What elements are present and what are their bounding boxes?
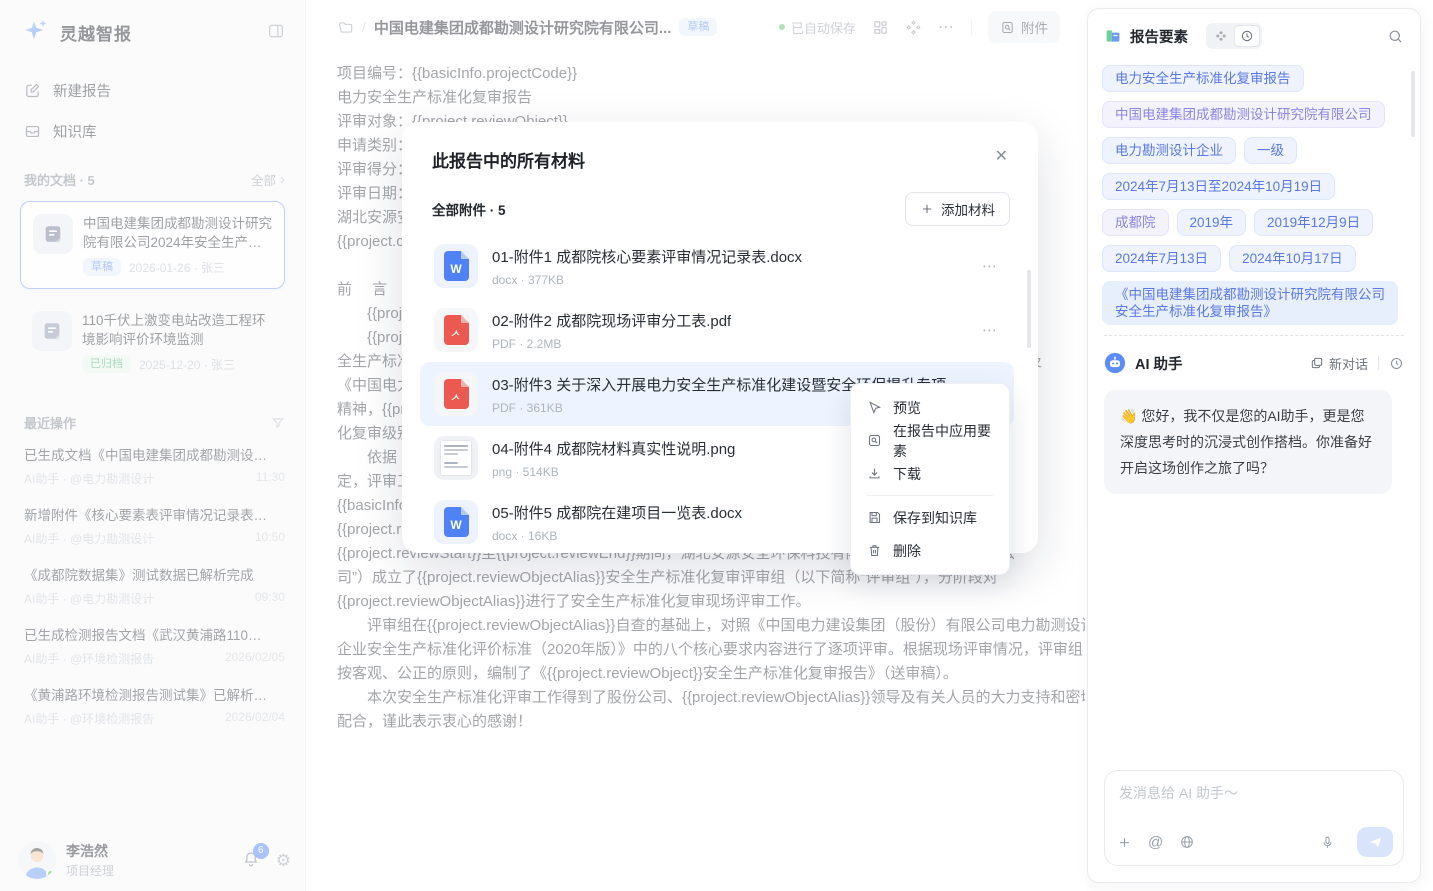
attachment-name: 02-附件2 成都院现场评审分工表.pdf — [492, 310, 731, 331]
attachments-count-label: 全部附件 · 5 — [432, 199, 506, 219]
attachment-meta: png · 514KB — [492, 465, 735, 479]
apply-elements-icon — [867, 433, 882, 448]
element-tag[interactable]: 2019年 — [1177, 209, 1247, 236]
element-tag[interactable]: 《中国电建集团成都勘测设计研究院有限公司安全生产标准化复审报告》 — [1102, 281, 1398, 325]
new-chat-icon — [1310, 356, 1324, 370]
search-icon[interactable] — [1387, 28, 1404, 45]
ai-robot-icon — [1104, 352, 1126, 374]
preview-cursor-icon — [867, 400, 882, 415]
close-icon[interactable]: ✕ — [993, 147, 1010, 167]
attachment-more-icon[interactable]: ⋯ — [976, 255, 1004, 277]
attachment-meta: docx · 377KB — [492, 273, 802, 287]
element-tag[interactable]: 2024年10月17日 — [1229, 245, 1356, 272]
new-chat-button[interactable]: 新对话 — [1310, 354, 1368, 373]
trash-icon — [867, 543, 882, 558]
docx-file-icon: W — [434, 500, 478, 544]
docx-file-icon: W — [434, 244, 478, 288]
globe-icon[interactable] — [1179, 834, 1195, 850]
ai-assistant-title: AI 助手 — [1135, 353, 1183, 374]
microphone-icon[interactable] — [1320, 835, 1335, 850]
modal-title: 此报告中的所有材料 — [432, 147, 585, 172]
attachment-context-menu: 预览 在报告中应用要素 下载 保存到知识库 删除 — [850, 383, 1010, 575]
chat-history-icon[interactable] — [1389, 356, 1404, 371]
download-icon — [867, 466, 882, 481]
chat-input[interactable] — [1119, 783, 1391, 817]
elements-folder-icon — [1104, 27, 1122, 45]
menu-item-download[interactable]: 下载 — [851, 457, 1009, 490]
header-divider — [1378, 356, 1379, 370]
menu-item-preview[interactable]: 预览 — [851, 391, 1009, 424]
pdf-file-icon — [434, 308, 478, 352]
attachment-meta: PDF · 2.2MB — [492, 337, 731, 351]
chat-toolbar: @ — [1117, 827, 1393, 857]
menu-item-apply-elements[interactable]: 在报告中应用要素 — [851, 424, 1009, 457]
attachment-row[interactable]: W 01-附件1 成都院核心要素评审情况记录表.docx docx · 377K… — [420, 234, 1014, 298]
report-elements-panel: 报告要素 电力安全生产标准化复审报告中国电建集团成都勘测设计研究院 — [1087, 8, 1421, 883]
elements-panel-header: 报告要素 — [1088, 9, 1420, 53]
element-tag[interactable]: 电力勘测设计企业 — [1102, 137, 1236, 164]
app-root: 灵越智报 新建报告 知识库 我的文档 · 5 全部 — [0, 0, 1433, 891]
element-tag[interactable]: 电力安全生产标准化复审报告 — [1102, 65, 1304, 92]
pdf-file-icon — [434, 372, 478, 416]
attachment-name: 05-附件5 成都院在建项目一览表.docx — [492, 502, 742, 523]
ai-assistant-header: AI 助手 新对话 — [1088, 336, 1420, 374]
modal-scrollbar-thumb[interactable] — [1027, 270, 1031, 348]
element-tag[interactable]: 2024年7月13日 — [1102, 245, 1221, 272]
add-attachment-icon[interactable] — [1117, 835, 1132, 850]
paper-plane-icon — [1368, 835, 1383, 850]
elements-panel-title: 报告要素 — [1130, 26, 1188, 47]
chat-input-box: @ — [1104, 770, 1404, 866]
send-button[interactable] — [1357, 827, 1393, 857]
attachment-meta: docx · 16KB — [492, 529, 742, 543]
add-material-button[interactable]: 添加材料 — [905, 192, 1010, 226]
element-tag[interactable]: 2024年7月13日至2024年10月19日 — [1102, 173, 1335, 200]
attachment-more-icon[interactable]: ⋯ — [976, 319, 1004, 341]
element-tag[interactable]: 2019年12月9日 — [1254, 209, 1373, 236]
ai-greeting-bubble: 👋 您好，我不仅是您的AI助手，更是您深度思考时的沉浸式创作搭档。你准备好开启这… — [1104, 390, 1392, 494]
plus-icon — [920, 202, 934, 216]
attachment-name: 01-附件1 成都院核心要素评审情况记录表.docx — [492, 246, 802, 267]
element-tag[interactable]: 中国电建集团成都勘测设计研究院有限公司 — [1102, 101, 1385, 128]
attachment-row[interactable]: 02-附件2 成都院现场评审分工表.pdf PDF · 2.2MB ⋯ — [420, 298, 1014, 362]
element-tag[interactable]: 成都院 — [1102, 209, 1169, 236]
save-icon — [867, 510, 882, 525]
panel-scrollbar-thumb[interactable] — [1411, 71, 1415, 137]
png-image-thumbnail — [434, 436, 478, 480]
menu-item-save-to-kb[interactable]: 保存到知识库 — [851, 501, 1009, 534]
menu-divider — [867, 495, 993, 496]
report-element-tags: 电力安全生产标准化复审报告中国电建集团成都勘测设计研究院有限公司电力勘测设计企业… — [1088, 53, 1420, 325]
pinwheel-view-icon[interactable] — [1208, 25, 1234, 47]
history-view-icon[interactable] — [1234, 25, 1260, 47]
element-tag[interactable]: 一级 — [1244, 137, 1297, 164]
elements-view-toggle — [1206, 23, 1262, 49]
attachment-name: 04-附件4 成都院材料真实性说明.png — [492, 438, 735, 459]
menu-item-delete[interactable]: 删除 — [851, 534, 1009, 567]
mention-icon[interactable]: @ — [1148, 835, 1163, 850]
